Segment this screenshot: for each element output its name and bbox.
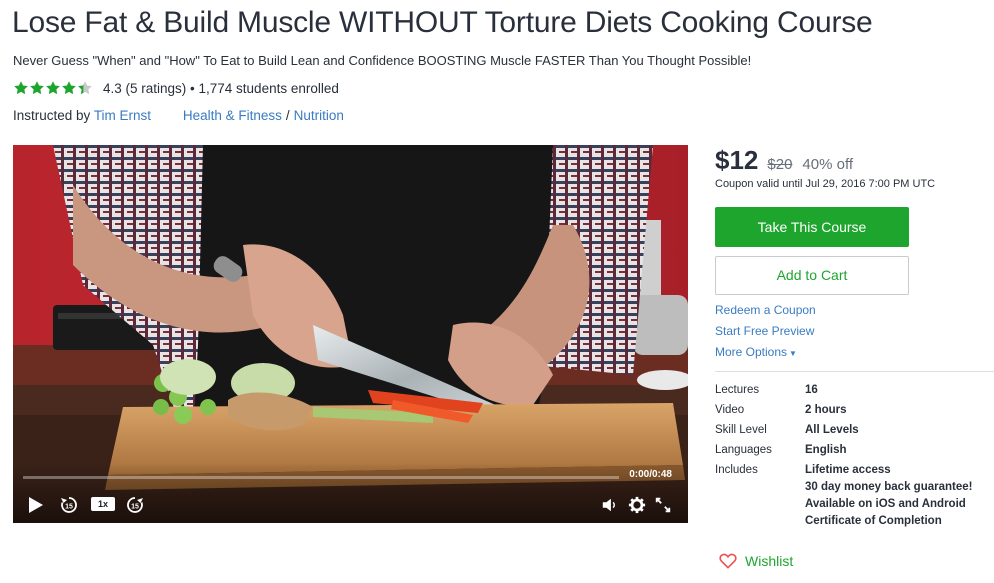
detail-value: 2 hours [805, 404, 847, 416]
rewind-15-icon[interactable]: 15 [59, 495, 79, 515]
take-course-button[interactable]: Take This Course [715, 207, 909, 247]
settings-icon[interactable] [628, 496, 646, 514]
video-controls: 0:00/0:48 15 1x 15 [13, 463, 688, 523]
detail-value: English [805, 444, 847, 456]
star-icon [62, 81, 76, 95]
redeem-coupon-link[interactable]: Redeem a Coupon [715, 303, 994, 317]
star-half-icon [78, 81, 92, 95]
detail-label: Skill Level [715, 424, 767, 436]
instructed-by-label: Instructed by [13, 108, 91, 123]
category-link[interactable]: Health & Fitness [183, 108, 282, 123]
discount-label: 40% off [802, 156, 854, 173]
detail-row-video: Video 2 hours [715, 404, 994, 416]
detail-value: 16 [805, 384, 818, 396]
subcategory-link[interactable]: Nutrition [294, 108, 344, 123]
divider [715, 371, 994, 372]
includes-item: Certificate of Completion [805, 515, 942, 527]
current-price: $12 [715, 145, 759, 175]
star-icon [30, 81, 44, 95]
video-player[interactable]: 0:00/0:48 15 1x 15 [13, 145, 688, 523]
heart-icon [719, 553, 737, 569]
star-icon [14, 81, 28, 95]
includes-item: 30 day money back guarantee! [805, 481, 973, 493]
detail-value: All Levels [805, 424, 859, 436]
star-icon [46, 81, 60, 95]
instructor-row: Instructed by Tim Ernst Health & Fitness… [13, 108, 344, 123]
detail-row-lectures: Lectures 16 [715, 384, 994, 396]
volume-icon[interactable] [601, 496, 619, 514]
playback-speed-button[interactable]: 1x [91, 497, 115, 511]
detail-label: Video [715, 404, 745, 416]
original-price: $20 [767, 156, 793, 173]
price-row: $12 $20 40% off [715, 145, 994, 176]
course-title: Lose Fat & Build Muscle WITHOUT Torture … [12, 6, 873, 39]
instructor-link[interactable]: Tim Ernst [94, 108, 151, 123]
svg-text:15: 15 [65, 504, 73, 511]
includes-list: Lifetime access 30 day money back guaran… [805, 464, 972, 532]
video-progress-bar[interactable] [23, 476, 619, 479]
detail-row-skill: Skill Level All Levels [715, 424, 994, 436]
course-details: Lectures 16 Video 2 hours Skill Level Al… [715, 384, 994, 532]
detail-row-languages: Languages English [715, 444, 994, 456]
detail-row-includes: Includes Lifetime access 30 day money ba… [715, 464, 994, 532]
caret-down-icon: ▼ [789, 349, 797, 358]
purchase-panel: $12 $20 40% off Coupon valid until Jul 2… [715, 145, 994, 540]
course-subtitle: Never Guess "When" and "How" To Eat to B… [13, 53, 752, 68]
forward-15-icon[interactable]: 15 [125, 495, 145, 515]
rating-stars [13, 80, 93, 96]
includes-item: Available on iOS and Android [805, 498, 966, 510]
coupon-validity: Coupon valid until Jul 29, 2016 7:00 PM … [715, 178, 936, 190]
rating-summary: 4.3 (5 ratings) • 1,774 students enrolle… [103, 80, 339, 96]
detail-label: Includes [715, 464, 758, 476]
wishlist-label: Wishlist [745, 553, 794, 569]
play-icon[interactable] [25, 495, 45, 515]
includes-item: Lifetime access [805, 464, 891, 476]
more-options-label: More Options [715, 345, 788, 359]
fullscreen-icon[interactable] [654, 496, 672, 514]
breadcrumb-separator: / [285, 108, 290, 123]
video-time: 0:00/0:48 [629, 469, 672, 480]
start-free-preview-link[interactable]: Start Free Preview [715, 324, 994, 338]
detail-label: Lectures [715, 384, 760, 396]
detail-label: Languages [715, 444, 772, 456]
more-options-link[interactable]: More Options ▼ [715, 345, 994, 359]
rating-row: 4.3 (5 ratings) • 1,774 students enrolle… [13, 80, 339, 96]
add-to-cart-button[interactable]: Add to Cart [715, 256, 909, 295]
svg-text:15: 15 [131, 504, 139, 511]
wishlist-button[interactable]: Wishlist [719, 553, 793, 569]
